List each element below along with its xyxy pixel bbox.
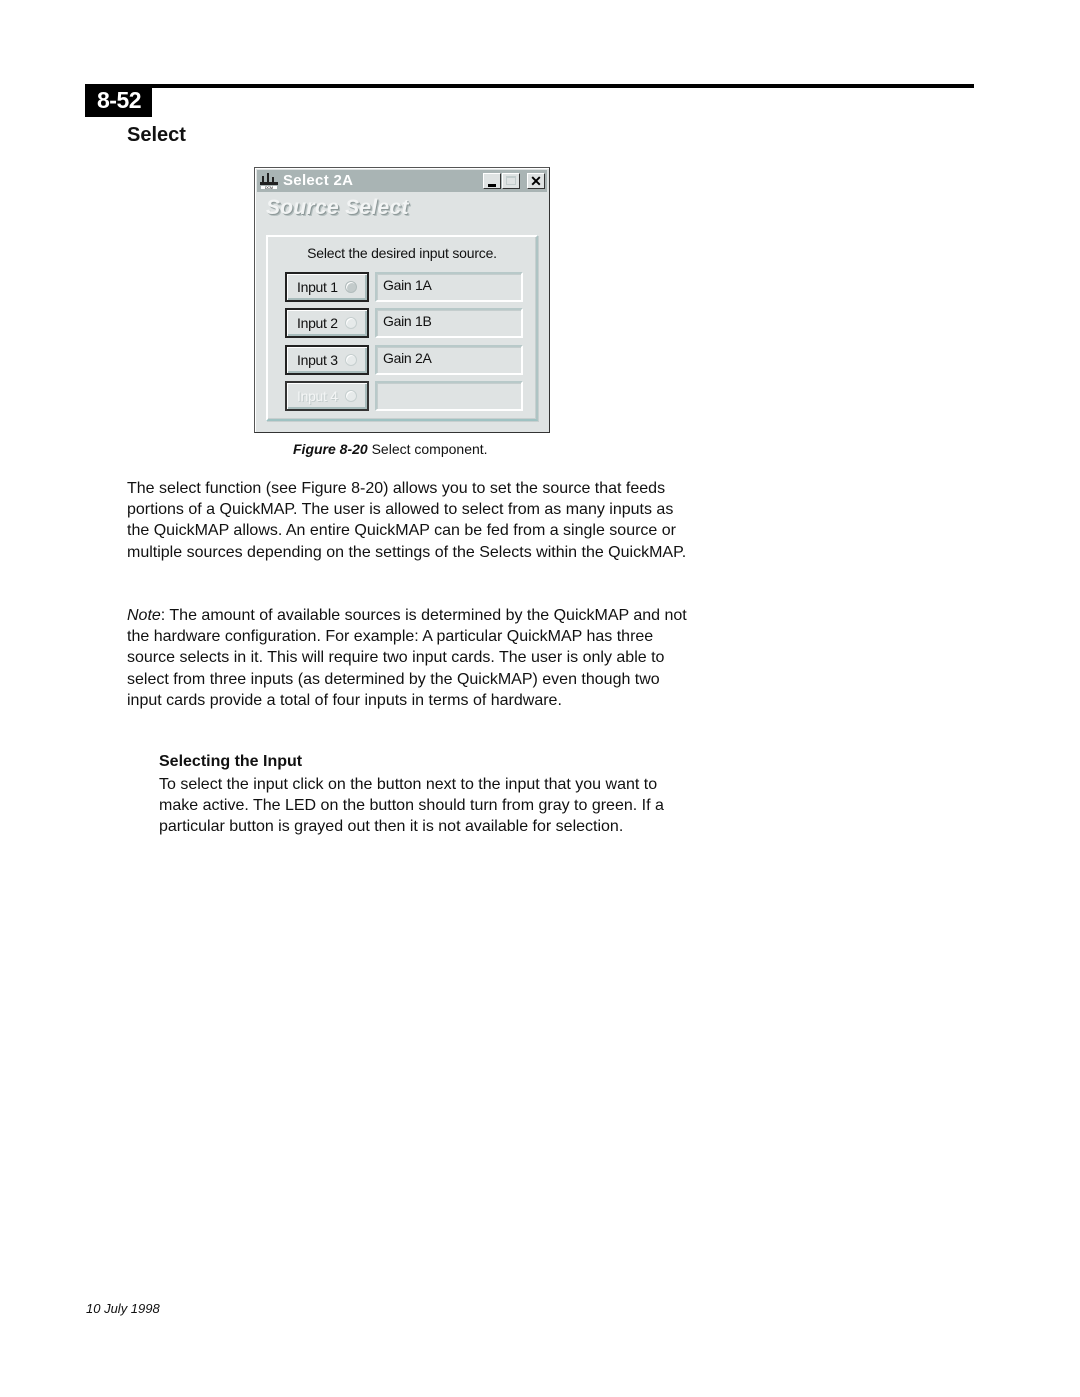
minimize-icon <box>488 184 496 187</box>
source-group: Select the desired input source. Input 1… <box>266 235 538 421</box>
led-icon <box>345 390 357 402</box>
selecting-input-paragraph: To select the input click on the button … <box>159 776 664 836</box>
input-2-label: Input 2 <box>297 315 338 331</box>
figure-caption: Figure 8-20 Select component. <box>293 441 488 457</box>
led-icon <box>345 281 357 293</box>
footer-date: 10 July 1998 <box>86 1301 160 1316</box>
input-1-button[interactable]: Input 1 <box>285 272 369 302</box>
note-label: Note <box>127 607 161 624</box>
svg-text:DCM: DCM <box>265 186 273 190</box>
led-icon <box>345 317 357 329</box>
input-3-label: Input 3 <box>297 352 338 368</box>
close-button[interactable]: ✕ <box>527 173 545 189</box>
intro-paragraph: The select function (see Figure 8-20) al… <box>127 480 687 561</box>
close-icon: ✕ <box>530 173 542 189</box>
group-label: Select the desired input source. <box>307 245 497 261</box>
figure-label: Figure 8-20 <box>293 441 368 457</box>
figure-caption-text: Select component. <box>367 441 488 457</box>
input-2-button[interactable]: Input 2 <box>285 308 369 338</box>
note-paragraph: Note: The amount of available sources is… <box>127 605 687 711</box>
header-rule <box>152 84 974 88</box>
led-icon <box>345 354 357 366</box>
subheading-selecting-input: Selecting the Input <box>159 753 303 770</box>
page-number: 8-52 <box>85 84 152 117</box>
minimize-button[interactable] <box>483 173 501 189</box>
input-2-source-field: Gain 1B <box>375 308 523 338</box>
select-window: DCM Select 2A ✕ Source Select Select the… <box>254 167 550 433</box>
app-icon[interactable]: DCM <box>259 172 279 190</box>
window-title: Select 2A <box>283 172 354 189</box>
input-4-label: Input 4 <box>297 388 338 404</box>
maximize-icon <box>506 176 516 185</box>
section-title: Select <box>127 124 186 146</box>
input-4-button: Input 4 <box>285 381 369 411</box>
maximize-button <box>502 173 520 189</box>
input-4-source-field <box>375 381 523 411</box>
input-3-source-field: Gain 2A <box>375 345 523 375</box>
input-1-label: Input 1 <box>297 279 338 295</box>
source-select-heading: Source Select <box>266 196 409 219</box>
title-bar[interactable]: DCM Select 2A ✕ <box>257 170 547 192</box>
input-3-button[interactable]: Input 3 <box>285 345 369 375</box>
input-1-source-field: Gain 1A <box>375 272 523 302</box>
note-text: : The amount of available sources is det… <box>127 607 687 709</box>
